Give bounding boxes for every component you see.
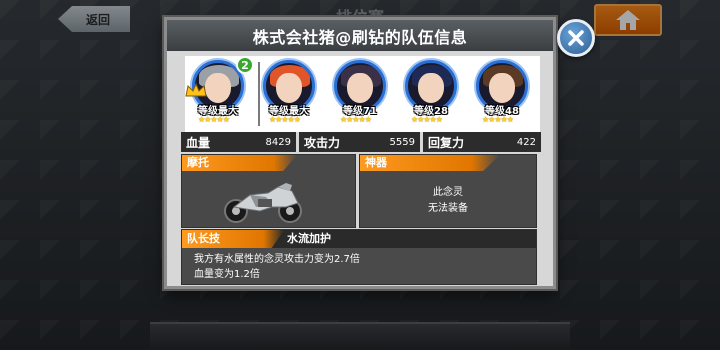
motorcycle-panel[interactable]: 摩托 [181,154,356,228]
stat-recovery-label: 回复力 [428,135,465,150]
member-count-badge: 2 [236,56,254,74]
stat-recovery-value: 422 [516,136,536,148]
team-stats-bar: 血量 8429 攻击力 5559 回复力 422 [181,132,541,152]
team-member-leader[interactable]: 2 等级最大 ★★★★★ [185,56,254,142]
team-member[interactable]: 等级28 ★★★★★ [398,56,462,142]
artifact-message-line2: 无法装备 [428,203,468,214]
team-member[interactable]: 等级48 ★★★★★ [469,56,533,142]
leader-skill-name: 水流加护 [287,232,331,245]
team-info-modal: 株式会社猪@刷钻的队伍信息 2 等级最大 ★★★★★ 等级最大 ★★★★★ 等级… [164,17,556,289]
team-member[interactable]: 等级最大 ★★★★★ [256,56,320,142]
leader-skill-header: 队长技 [182,230,284,248]
leader-skill-description: 我方有水属性的念灵攻击力变为2.7倍 血量变为1.2倍 [194,252,524,282]
artifact-message: 此念灵 无法装备 [360,185,536,217]
leader-skill-panel: 队长技 水流加护 我方有水属性的念灵攻击力变为2.7倍 血量变为1.2倍 [181,229,537,285]
member-rarity-stars: ★★★★★ [269,115,301,124]
artifact-panel[interactable]: 神器 此念灵 无法装备 [359,154,537,228]
member-rarity-stars: ★★★★★ [411,115,443,124]
member-rarity-stars: ★★★★★ [198,115,230,124]
stat-hp-value: 8429 [265,136,291,148]
crown-icon [185,82,207,97]
leader-skill-bar: 队长技 水流加护 [182,230,536,248]
member-rarity-stars: ★★★★★ [482,115,514,124]
leader-skill-line2: 血量变为1.2倍 [194,269,260,280]
leader-skill-line1: 我方有水属性的念灵攻击力变为2.7倍 [194,254,360,265]
team-members-row: 2 等级最大 ★★★★★ 等级最大 ★★★★★ 等级71 ★★★★★ 等级28 … [185,56,540,142]
artifact-message-line1: 此念灵 [433,187,463,198]
modal-title: 株式会社猪@刷钻的队伍信息 [167,20,553,51]
stat-hp-label: 血量 [186,135,211,150]
member-rarity-stars: ★★★★★ [340,115,372,124]
stat-attack-label: 攻击力 [304,135,341,150]
stat-attack: 攻击力 5559 [299,132,423,152]
motorcycle-icon [224,183,302,223]
stat-attack-value: 5559 [389,136,415,148]
artifact-header: 神器 [360,155,500,171]
motorcycle-header: 摩托 [182,155,297,171]
close-button[interactable] [557,19,595,57]
stat-hp: 血量 8429 [181,132,299,152]
close-icon [568,30,584,46]
team-member[interactable]: 等级71 ★★★★★ [327,56,391,142]
stat-recovery: 回复力 422 [423,132,541,152]
